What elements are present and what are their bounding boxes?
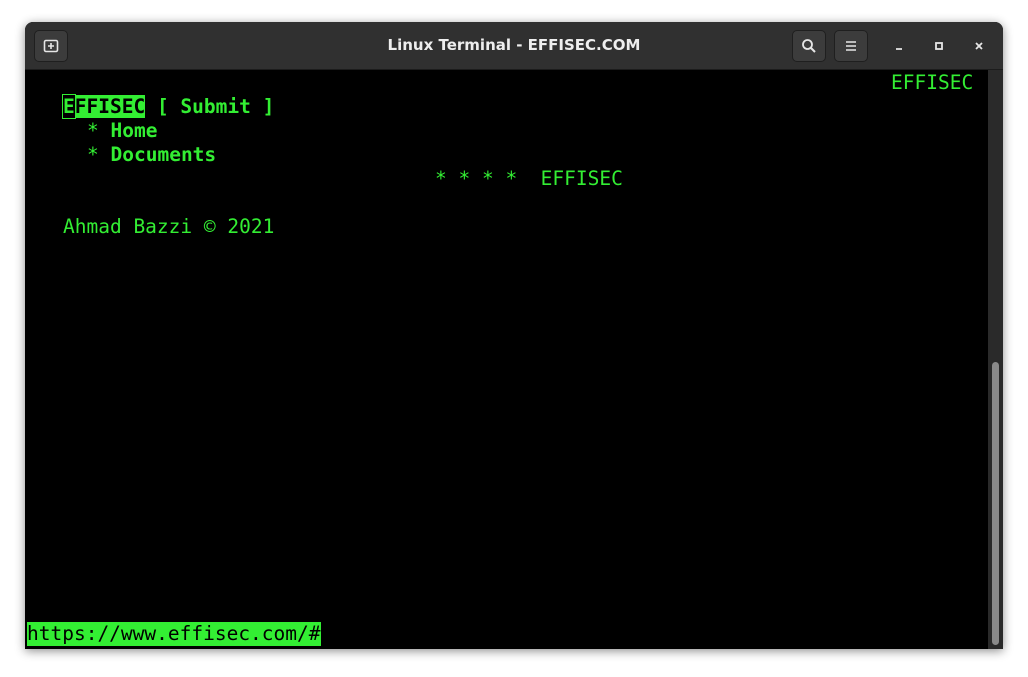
banner-text: * * * * EFFISEC xyxy=(435,167,623,190)
menu-item-documents[interactable]: * Documents xyxy=(87,143,216,167)
bullet: * xyxy=(87,143,99,166)
scrollbar-thumb[interactable] xyxy=(992,362,999,645)
search-icon xyxy=(802,39,816,53)
maximize-button[interactable] xyxy=(927,34,951,58)
bullet: * xyxy=(87,119,99,142)
status-url: https://www.effisec.com/# xyxy=(27,622,321,646)
maximize-icon xyxy=(935,42,943,50)
minimize-button[interactable] xyxy=(887,34,911,58)
close-icon xyxy=(975,42,983,50)
search-button[interactable] xyxy=(792,30,826,62)
menu-item-documents-label[interactable]: Documents xyxy=(111,143,217,166)
footer-copyright: Ahmad Bazzi © 2021 xyxy=(63,215,275,238)
top-right-label: EFFISEC xyxy=(891,71,974,94)
minimize-icon xyxy=(896,48,902,50)
nav-header-line: EFFISEC [ Submit ] xyxy=(62,94,274,119)
title-bar: Linux Terminal - EFFISEC.COM xyxy=(25,22,1003,70)
close-button[interactable] xyxy=(967,34,991,58)
menu-item-home[interactable]: * Home xyxy=(87,119,157,143)
menu-item-home-label[interactable]: Home xyxy=(111,119,158,142)
terminal-window: Linux Terminal - EFFISEC.COM EFFISEC EFF… xyxy=(25,22,1003,649)
submit-button[interactable]: [ Submit ] xyxy=(157,95,274,118)
site-name-rest: FFISEC xyxy=(74,95,146,118)
scrollbar[interactable] xyxy=(988,70,1003,649)
text-cursor: E xyxy=(62,94,76,119)
hamburger-menu-icon xyxy=(846,41,856,51)
site-name-link[interactable]: EFFISEC xyxy=(62,94,146,119)
menu-button[interactable] xyxy=(834,30,868,62)
terminal-area[interactable]: EFFISEC EFFISEC [ Submit ] * Home * Docu… xyxy=(25,70,985,649)
